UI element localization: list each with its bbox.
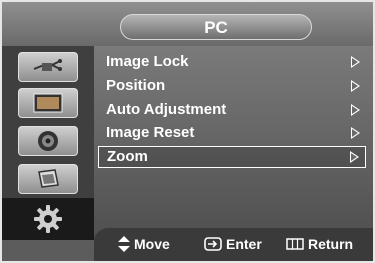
picture-icon — [33, 93, 63, 113]
enter-label: Enter — [226, 236, 262, 252]
speaker-icon — [38, 131, 58, 151]
menu-item-position[interactable]: Position — [98, 75, 366, 97]
sidebar-item-picture[interactable] — [18, 88, 78, 118]
move-label: Move — [134, 236, 170, 252]
menu-item-zoom[interactable]: Zoom — [98, 146, 366, 168]
menu-item-label: Auto Adjustment — [106, 101, 227, 118]
return-label: Return — [308, 236, 354, 252]
enter-icon — [204, 237, 222, 251]
channel-icon — [38, 169, 59, 188]
gear-icon — [34, 205, 62, 233]
sidebar-item-input[interactable] — [18, 52, 78, 82]
return-hint: Return — [286, 235, 353, 253]
chevron-right-icon — [351, 104, 360, 116]
header-band: PC — [2, 2, 373, 46]
page-title: PC — [120, 14, 312, 40]
enter-hint: Enter — [204, 235, 262, 253]
chevron-right-icon — [351, 127, 360, 139]
return-icon — [286, 238, 304, 250]
menu-item-label: Image Reset — [106, 124, 195, 141]
menu-item-auto-adjustment[interactable]: Auto Adjustment — [98, 99, 366, 121]
chevron-right-icon — [351, 80, 360, 92]
menu-item-image-lock[interactable]: Image Lock — [98, 51, 366, 73]
move-hint: Move — [118, 235, 170, 253]
menu-item-image-reset[interactable]: Image Reset — [98, 122, 366, 144]
sidebar — [2, 46, 94, 240]
chevron-right-icon — [351, 56, 360, 68]
footer-spacer — [2, 240, 94, 261]
plug-icon — [33, 59, 62, 71]
menu-item-label: Image Lock — [106, 53, 189, 70]
osd-menu: PC Image Lock Position Auto Adjustment I… — [0, 0, 375, 263]
chevron-right-icon — [350, 151, 359, 163]
menu-item-label: Zoom — [107, 148, 148, 165]
footer-hints: Move Enter Return — [94, 228, 373, 261]
sidebar-item-sound[interactable] — [18, 126, 78, 156]
updown-arrows-icon — [118, 236, 130, 252]
sidebar-item-setup[interactable] — [2, 198, 94, 240]
menu-item-label: Position — [106, 77, 166, 94]
menu-panel: Image Lock Position Auto Adjustment Imag… — [94, 46, 373, 240]
sidebar-item-channel[interactable] — [18, 164, 78, 194]
